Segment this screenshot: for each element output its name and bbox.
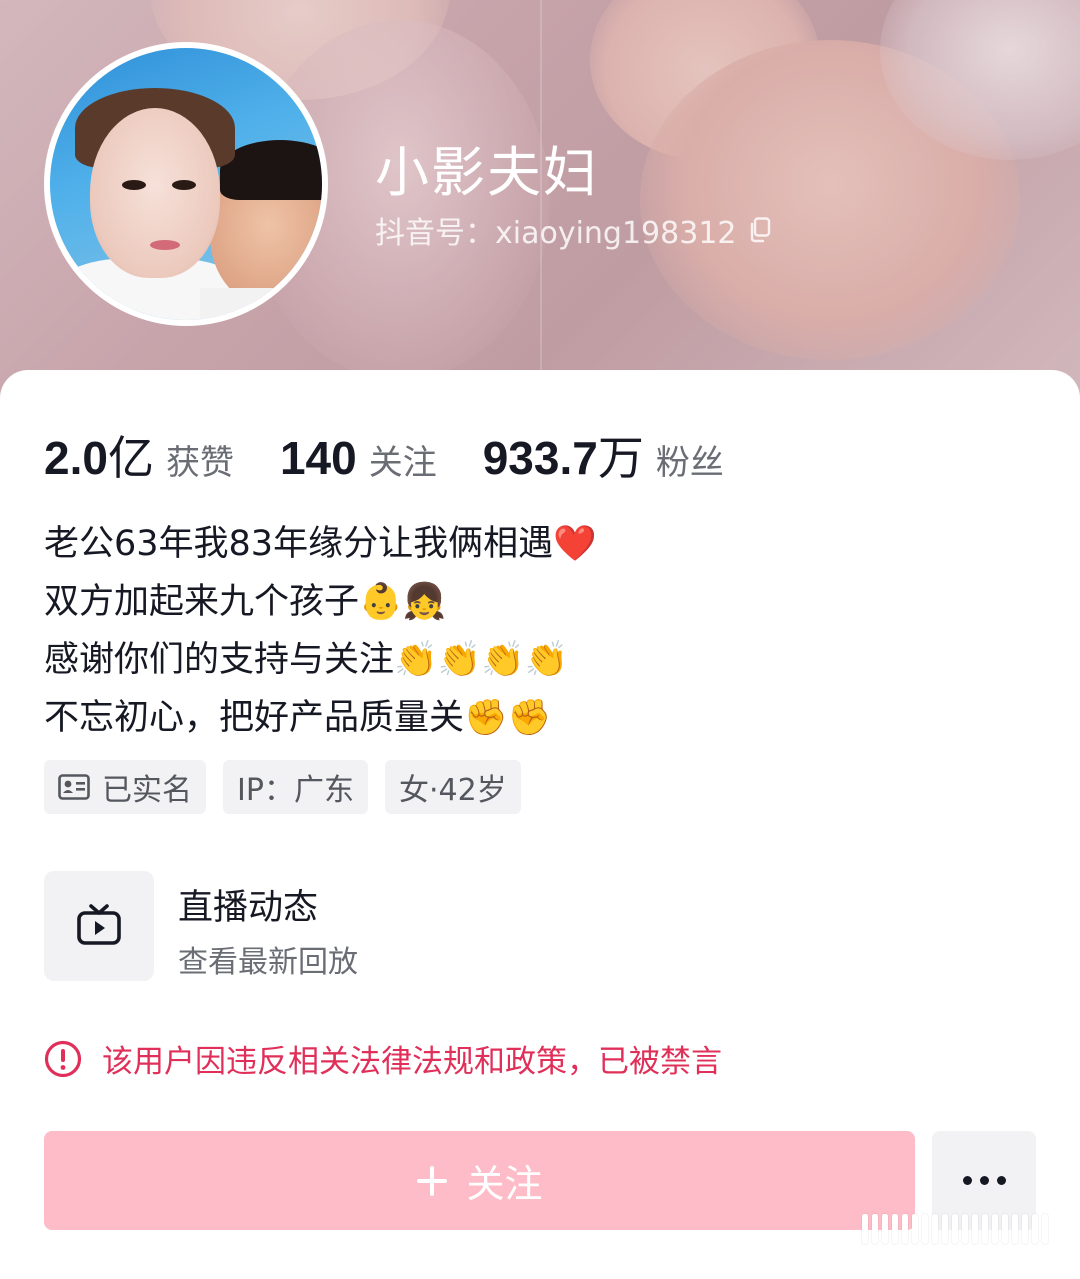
stat-number: 2.0	[44, 432, 108, 484]
warning-icon	[44, 1040, 82, 1078]
watermark-stroke	[942, 1214, 948, 1244]
follow-button[interactable]: 关注	[44, 1131, 915, 1230]
watermark-stroke	[1022, 1214, 1028, 1244]
live-subtitle: 查看最新回放	[178, 945, 358, 980]
profile-tags: 已实名 IP：广东 女·42岁	[44, 760, 538, 814]
tag-ip-label: IP：广东	[237, 773, 354, 808]
nickname: 小影夫妇	[375, 141, 599, 204]
stat-followers[interactable]: 933.7万 粉丝	[483, 422, 724, 488]
tag-ip: IP：广东	[223, 760, 368, 814]
stat-value: 933.7万	[483, 422, 644, 488]
stat-label: 获赞	[165, 443, 234, 483]
watermark-stroke	[1042, 1214, 1048, 1244]
watermark-stroke	[882, 1214, 888, 1244]
watermark-stroke	[1002, 1214, 1008, 1244]
avatar-detail	[90, 108, 220, 278]
avatar-detail	[150, 240, 180, 250]
stat-value: 2.0亿	[44, 422, 154, 488]
tv-icon	[76, 901, 122, 951]
watermark-stroke	[992, 1214, 998, 1244]
watermark-stroke	[912, 1214, 918, 1244]
copy-icon[interactable]	[749, 217, 771, 243]
ban-notice-text: 该用户因违反相关法律法规和政策，已被禁言	[102, 1044, 722, 1080]
bio-line: 老公63年我83年缘分让我俩相遇❤️	[44, 524, 597, 564]
profile-page: 小影夫妇 抖音号：xiaoying198312 2.0亿 获赞 140 关注 9…	[0, 0, 1080, 1279]
stat-following[interactable]: 140 关注	[280, 431, 437, 485]
plus-icon	[416, 1165, 448, 1197]
watermark-stroke	[982, 1214, 988, 1244]
stat-number: 933.7	[482, 432, 598, 484]
profile-card: 2.0亿 获赞 140 关注 933.7万 粉丝 老公63年我83年缘分让我俩相…	[0, 370, 1080, 1279]
watermark	[862, 1214, 1062, 1244]
stat-value: 140	[280, 431, 357, 485]
watermark-stroke	[932, 1214, 938, 1244]
bio: 老公63年我83年缘分让我俩相遇❤️ 双方加起来九个孩子👶👧 感谢你们的支持与关…	[44, 515, 597, 747]
watermark-stroke	[902, 1214, 908, 1244]
follow-button-label: 关注	[466, 1162, 543, 1206]
watermark-stroke	[962, 1214, 968, 1244]
bio-line: 感谢你们的支持与关注👏👏👏👏	[44, 640, 569, 680]
id-card-icon	[58, 774, 90, 800]
stat-unit: 亿	[107, 431, 154, 485]
stat-label: 粉丝	[655, 443, 724, 483]
more-icon	[979, 1176, 989, 1185]
watermark-stroke	[922, 1214, 928, 1244]
bio-line: 双方加起来九个孩子👶👧	[44, 582, 447, 622]
bio-line: 不忘初心，把好产品质量关✊✊	[44, 698, 552, 738]
avatar-detail	[122, 180, 146, 190]
tag-verified-label: 已实名	[102, 773, 192, 808]
tag-gender-age-label: 女·42岁	[398, 773, 507, 808]
avatar-detail	[220, 140, 322, 200]
stat-likes[interactable]: 2.0亿 获赞	[44, 422, 234, 488]
watermark-stroke	[872, 1214, 878, 1244]
stats-row: 2.0亿 获赞 140 关注 933.7万 粉丝	[44, 422, 770, 488]
douyin-id-row[interactable]: 抖音号：xiaoying198312	[375, 208, 771, 252]
ban-notice: 该用户因违反相关法律法规和政策，已被禁言	[44, 1036, 722, 1081]
avatar[interactable]	[44, 42, 328, 326]
tag-verified[interactable]: 已实名	[44, 760, 206, 814]
stat-number: 140	[279, 432, 357, 484]
more-icon	[996, 1176, 1006, 1185]
stat-unit: 万	[597, 431, 644, 485]
live-icon-box	[44, 871, 154, 981]
tag-gender-age: 女·42岁	[384, 760, 521, 814]
more-icon	[962, 1176, 972, 1185]
live-updates[interactable]: 直播动态 查看最新回放	[44, 871, 644, 981]
live-title: 直播动态	[178, 888, 319, 928]
watermark-stroke	[1012, 1214, 1018, 1244]
watermark-stroke	[1032, 1214, 1038, 1244]
watermark-stroke	[862, 1214, 868, 1244]
watermark-stroke	[972, 1214, 978, 1244]
douyin-id: 抖音号：xiaoying198312	[375, 216, 737, 251]
avatar-detail	[172, 180, 196, 190]
stat-label: 关注	[368, 443, 437, 483]
watermark-stroke	[892, 1214, 898, 1244]
watermark-stroke	[952, 1214, 958, 1244]
